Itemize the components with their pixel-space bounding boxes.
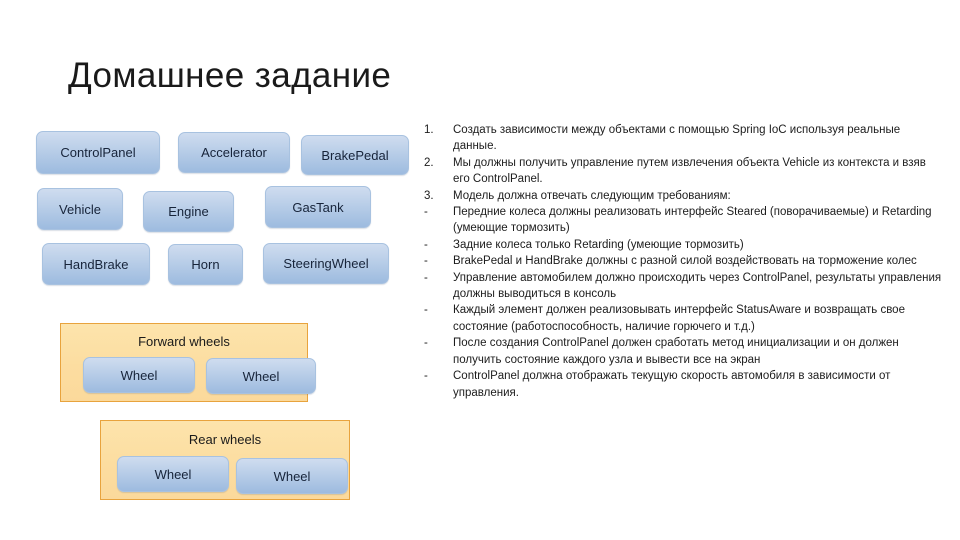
group-forward-wheels[interactable]: Forward wheels Wheel Wheel	[60, 323, 316, 402]
group-title: Rear wheels	[188, 432, 262, 447]
requirement-text: Модель должна отвечать следующим требова…	[453, 189, 731, 202]
requirement-marker: -	[424, 304, 428, 317]
node-label: Accelerator	[201, 145, 267, 160]
requirement-item: - BrakePedal и HandBrake должны с разной …	[423, 253, 943, 269]
node-label: Wheel	[273, 468, 311, 484]
node-label: GasTank	[292, 199, 344, 215]
group-title: Forward wheels	[138, 334, 230, 349]
node-label: SteeringWheel	[283, 256, 369, 271]
node-engine[interactable]: Engine	[143, 191, 234, 232]
node-label: Horn	[191, 257, 220, 272]
requirement-marker: -	[424, 238, 428, 251]
requirement-marker: -	[424, 271, 428, 284]
requirement-item: 3. Модель должна отвечать следующим требо…	[423, 188, 943, 204]
node-brake-pedal[interactable]: BrakePedal	[301, 135, 409, 175]
node-label: Wheel	[154, 466, 192, 482]
requirement-item: - После создания ControlPanel должен сраб…	[423, 335, 943, 368]
node-steering-wheel[interactable]: SteeringWheel	[263, 243, 389, 284]
requirement-item: 1. Создать зависимости между объектами с …	[423, 122, 943, 155]
requirement-text: Передние колеса должны реализовать интер…	[453, 206, 932, 235]
node-label: Vehicle	[59, 201, 101, 217]
page-title: Домашнее задание	[68, 56, 392, 95]
node-label: Wheel	[120, 367, 158, 383]
node-hand-brake[interactable]: HandBrake	[42, 243, 150, 285]
requirement-text: BrakePedal и HandBrake должны с разной с…	[453, 255, 917, 268]
node-control-panel[interactable]: ControlPanel	[36, 131, 160, 174]
requirement-marker: -	[424, 255, 428, 268]
requirement-item: - Задние колеса только Retarding (умеющие…	[423, 237, 943, 253]
group-rear-wheels[interactable]: Rear wheels Wheel Wheel	[100, 420, 350, 500]
requirement-item: - ControlPanel должна отображать текущую …	[423, 368, 943, 401]
requirement-text: Управление автомобилем должно происходит…	[453, 271, 942, 301]
node-accelerator[interactable]: Accelerator	[178, 132, 290, 173]
requirement-marker: 2.	[424, 156, 434, 169]
node-vehicle[interactable]: Vehicle	[37, 188, 123, 230]
requirement-text: Задние колеса только Retarding (умеющие …	[453, 238, 744, 251]
slide-canvas: Домашнее задание 1. Создать зависимости м…	[0, 0, 960, 540]
requirement-marker: -	[424, 206, 428, 219]
node-label: ControlPanel	[60, 145, 136, 160]
requirement-item: - Каждый элемент должен реализовывать инт…	[423, 302, 943, 335]
node-rear-wheel-right[interactable]: Wheel	[236, 458, 348, 494]
requirement-marker: -	[424, 370, 428, 383]
requirement-text: ControlPanel должна отображать текущую с…	[453, 370, 891, 399]
requirement-text: Мы должны получить управление путем извл…	[453, 156, 926, 186]
node-rear-wheel-left[interactable]: Wheel	[117, 456, 229, 492]
requirement-marker: -	[424, 337, 428, 350]
requirement-item: 2. Мы должны получить управление путем из…	[423, 155, 943, 188]
node-horn[interactable]: Horn	[168, 244, 243, 285]
node-label: HandBrake	[63, 256, 129, 272]
requirement-text: Каждый элемент должен реализовывать инте…	[453, 304, 905, 333]
requirement-item: - Управление автомобилем должно происходи…	[423, 270, 943, 303]
requirement-item: - Передние колеса должны реализовать инте…	[423, 204, 943, 237]
requirement-marker: 3.	[424, 189, 434, 202]
node-label: Engine	[168, 204, 209, 219]
requirement-text: Создать зависимости между объектами с по…	[453, 124, 901, 153]
requirement-text: После создания ControlPanel должен срабо…	[453, 337, 899, 366]
node-label: Wheel	[242, 368, 280, 384]
node-gas-tank[interactable]: GasTank	[265, 186, 371, 228]
node-label: BrakePedal	[321, 147, 389, 163]
requirement-marker: 1.	[424, 124, 434, 136]
node-forward-wheel-right[interactable]: Wheel	[206, 358, 316, 394]
requirements-list: 1. Создать зависимости между объектами с …	[423, 122, 943, 401]
node-forward-wheel-left[interactable]: Wheel	[83, 357, 195, 393]
